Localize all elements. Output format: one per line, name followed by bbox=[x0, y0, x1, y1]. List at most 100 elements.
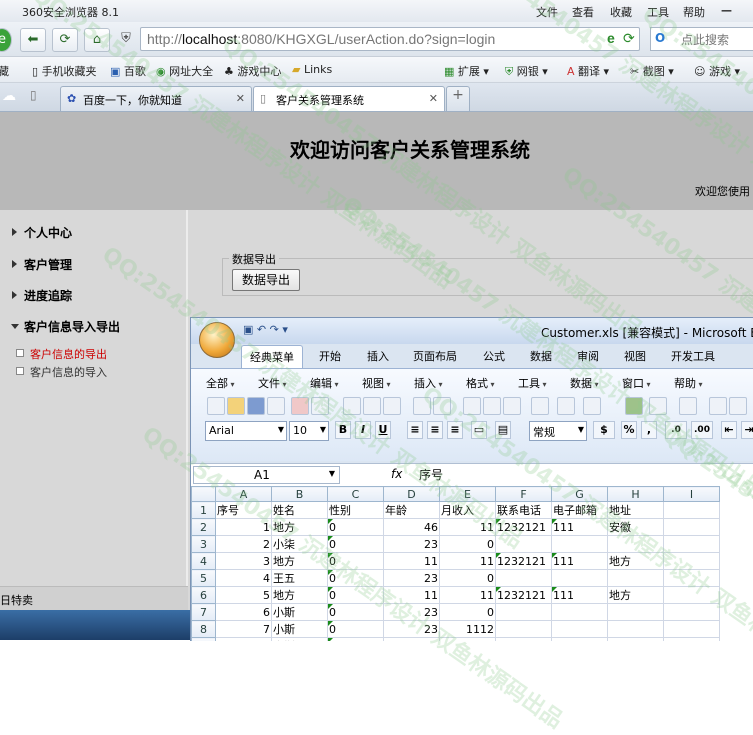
cell[interactable]: 1232121 bbox=[495, 586, 552, 604]
cell[interactable]: 性别 bbox=[327, 501, 384, 519]
row-header[interactable]: 1 bbox=[191, 501, 216, 519]
cell[interactable]: 11 bbox=[383, 552, 440, 570]
cell[interactable]: 46 bbox=[383, 518, 440, 536]
column-header[interactable]: G bbox=[551, 486, 608, 502]
column-header[interactable]: E bbox=[439, 486, 496, 502]
cell[interactable] bbox=[551, 620, 608, 638]
menu-view[interactable]: 视图 bbox=[362, 375, 391, 391]
spelling-icon[interactable] bbox=[413, 397, 431, 415]
cell[interactable]: 小斯 bbox=[271, 620, 328, 638]
cell[interactable] bbox=[663, 518, 720, 536]
cell[interactable]: 地址 bbox=[607, 501, 664, 519]
redo-icon[interactable] bbox=[583, 397, 601, 415]
align-right-icon[interactable]: ≡ bbox=[447, 421, 463, 439]
menu-view[interactable]: 查看 bbox=[572, 4, 594, 20]
decrease-indent-icon[interactable]: ⇤ bbox=[721, 421, 737, 439]
menu-edit[interactable]: 编辑 bbox=[310, 375, 339, 391]
insert-function-icon[interactable]: fx bbox=[391, 467, 402, 481]
ribbon-tab-home[interactable]: 开始 bbox=[319, 348, 341, 364]
cell[interactable] bbox=[607, 569, 664, 587]
row-header[interactable]: 5 bbox=[191, 569, 216, 587]
increase-decimal-icon[interactable]: .0 bbox=[665, 421, 687, 439]
cell[interactable]: 111 bbox=[551, 586, 608, 604]
row-header[interactable]: 4 bbox=[191, 552, 216, 570]
sidebar-item-personal-center[interactable]: 个人中心 bbox=[12, 224, 72, 241]
formula-input[interactable]: 序号 bbox=[419, 466, 443, 483]
favorites-item[interactable]: 藏 bbox=[0, 63, 9, 79]
ribbon-tab-review[interactable]: 审阅 bbox=[577, 348, 599, 364]
menu-format[interactable]: 格式 bbox=[466, 375, 495, 391]
cell[interactable] bbox=[607, 603, 664, 621]
menu-insert[interactable]: 插入 bbox=[414, 375, 443, 391]
font-name-select[interactable]: Arial ▼ bbox=[205, 421, 287, 441]
cell[interactable]: 23 bbox=[383, 535, 440, 553]
menu-tools[interactable]: 工具 bbox=[647, 4, 669, 20]
cell[interactable]: 0 bbox=[327, 620, 384, 638]
tab-baidu[interactable]: ✿ 百度一下，你就知道 ✕ bbox=[60, 86, 252, 111]
menu-data[interactable]: 数据 bbox=[570, 375, 599, 391]
function-icon[interactable] bbox=[679, 397, 697, 415]
cell[interactable] bbox=[663, 569, 720, 587]
row-header[interactable]: 8 bbox=[191, 620, 216, 638]
cell[interactable]: 0 bbox=[327, 535, 384, 553]
browser-mode-icon[interactable]: e bbox=[607, 30, 615, 46]
refresh-button[interactable]: ⟳ bbox=[52, 28, 78, 52]
hyperlink-icon[interactable] bbox=[625, 397, 643, 415]
ribbon-tab-page-layout[interactable]: 页面布局 bbox=[413, 348, 457, 364]
search-box[interactable]: O 点此搜索 bbox=[650, 27, 753, 51]
column-header[interactable]: D bbox=[383, 486, 440, 502]
cell[interactable]: 0 bbox=[327, 586, 384, 604]
sidebar-footer-text[interactable]: 日特卖 bbox=[0, 592, 33, 608]
cell[interactable]: 联系电话 bbox=[495, 501, 552, 519]
cell[interactable]: 8 bbox=[215, 637, 272, 641]
close-icon[interactable]: ✕ bbox=[236, 92, 245, 105]
cell[interactable]: 小柒 bbox=[271, 535, 328, 553]
cell[interactable] bbox=[607, 637, 664, 641]
open-folder-icon[interactable] bbox=[227, 397, 245, 415]
cell[interactable]: 王五 bbox=[271, 569, 328, 587]
menu-favorites[interactable]: 收藏 bbox=[610, 4, 632, 20]
italic-button[interactable]: I bbox=[355, 421, 371, 439]
currency-format-icon[interactable]: $ bbox=[593, 421, 615, 439]
cell[interactable] bbox=[663, 586, 720, 604]
cell[interactable]: 2 bbox=[215, 535, 272, 553]
menu-help[interactable]: 帮助 bbox=[683, 4, 705, 20]
cell[interactable] bbox=[551, 535, 608, 553]
minimize-icon[interactable]: — bbox=[721, 4, 732, 17]
cell[interactable]: 月收入 bbox=[439, 501, 496, 519]
cell[interactable] bbox=[495, 569, 552, 587]
favorites-item[interactable]: ▰ Links bbox=[292, 63, 332, 76]
cell[interactable]: 11 bbox=[439, 552, 496, 570]
column-header[interactable]: F bbox=[495, 486, 552, 502]
cell[interactable]: 1112 bbox=[439, 620, 496, 638]
cell[interactable]: 23 bbox=[383, 637, 440, 641]
research-icon[interactable] bbox=[433, 397, 451, 415]
cell[interactable]: 1 bbox=[215, 518, 272, 536]
new-document-icon[interactable] bbox=[207, 397, 225, 415]
ribbon-tab-view[interactable]: 视图 bbox=[624, 348, 646, 364]
wrap-text-icon[interactable]: ▤ bbox=[495, 421, 511, 439]
export-data-button[interactable]: 数据导出 bbox=[232, 269, 300, 291]
save-icon[interactable] bbox=[247, 397, 265, 415]
favorites-item[interactable]: ♣ 游戏中心 bbox=[224, 63, 281, 79]
ribbon-tab-data[interactable]: 数据 bbox=[530, 348, 552, 364]
align-center-icon[interactable]: ≡ bbox=[427, 421, 443, 439]
toolbar-bank[interactable]: ⛨ 网银 ▾ bbox=[505, 63, 548, 79]
phone-icon[interactable]: ▯ bbox=[30, 88, 37, 102]
cell[interactable]: 7 bbox=[215, 620, 272, 638]
bold-button[interactable]: B bbox=[335, 421, 351, 439]
sidebar-item-import-export[interactable]: 客户信息导入导出 bbox=[10, 318, 120, 335]
cell[interactable] bbox=[663, 552, 720, 570]
menu-file[interactable]: 文件 bbox=[536, 4, 558, 20]
cell[interactable]: 1112 bbox=[439, 637, 496, 641]
toolbar-games[interactable]: ☺ 游戏 ▾ bbox=[694, 63, 740, 79]
cell[interactable]: 1232121 bbox=[495, 518, 552, 536]
copy-icon[interactable] bbox=[483, 397, 501, 415]
cell[interactable]: 23 bbox=[383, 569, 440, 587]
cell[interactable]: 地方 bbox=[607, 552, 664, 570]
cell[interactable]: 111 bbox=[551, 518, 608, 536]
align-left-icon[interactable]: ≡ bbox=[407, 421, 423, 439]
cell[interactable]: 6 bbox=[215, 603, 272, 621]
cell[interactable]: 0 bbox=[327, 569, 384, 587]
close-icon[interactable]: ✕ bbox=[429, 92, 438, 105]
